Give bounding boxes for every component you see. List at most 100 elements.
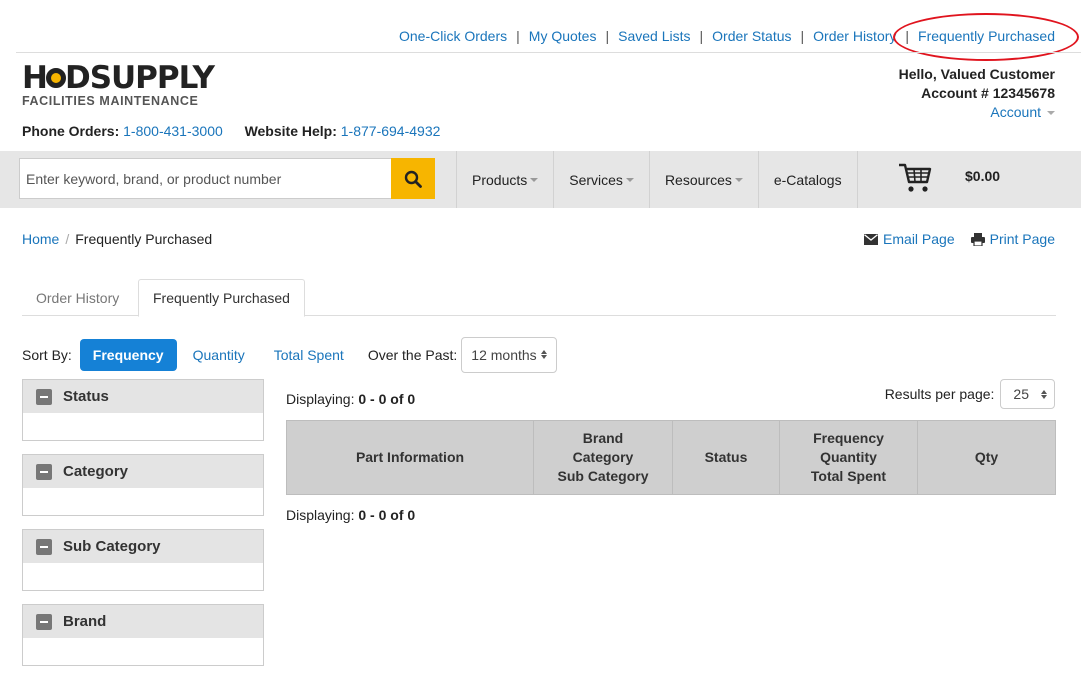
account-panel: Hello, Valued Customer Account # 1234567…: [899, 65, 1055, 122]
period-select[interactable]: 12 months: [461, 336, 557, 373]
column-sub-category-label: Sub Category: [557, 468, 649, 484]
print-page-label: Print Page: [989, 231, 1055, 247]
history-tabs: Order History Frequently Purchased: [22, 279, 1056, 317]
column-status[interactable]: Status: [672, 420, 780, 495]
separator: |: [800, 28, 805, 44]
saved-lists-link[interactable]: Saved Lists: [618, 28, 690, 44]
collapse-icon[interactable]: [36, 388, 52, 405]
search-button[interactable]: [391, 158, 435, 199]
over-the-past-label: Over the Past:: [367, 346, 458, 363]
results-count-bottom: Displaying: 0 - 0 of 0: [286, 507, 415, 523]
breadcrumb: Home / Frequently Purchased: [22, 231, 213, 247]
frequently-purchased-link[interactable]: Frequently Purchased: [918, 28, 1055, 44]
shopping-cart-icon: [899, 163, 932, 192]
results-per-page-label: Results per page:: [884, 386, 995, 402]
nav-ecatalogs-label: e-Catalogs: [773, 171, 842, 188]
filter-title: Status: [63, 388, 109, 405]
filter-title: Sub Category: [63, 538, 161, 555]
nav-products[interactable]: Products: [456, 151, 553, 208]
sort-frequency-button[interactable]: Frequency: [79, 338, 177, 371]
envelope-icon: [864, 233, 879, 245]
contact-phones: Phone Orders: 1-800-431-3000 Website Hel…: [22, 123, 440, 139]
filter-header[interactable]: Brand: [23, 605, 263, 638]
filter-brand: Brand: [22, 604, 264, 666]
website-help-number[interactable]: 1-877-694-4932: [341, 123, 441, 139]
sort-total-spent-button[interactable]: Total Spent: [261, 339, 357, 371]
main-navbar: Enter keyword, brand, or product number …: [0, 151, 1081, 208]
my-quotes-link[interactable]: My Quotes: [529, 28, 597, 44]
nav-resources[interactable]: Resources: [648, 151, 758, 208]
email-page-label: Email Page: [883, 231, 955, 247]
nav-ecatalogs[interactable]: e-Catalogs: [757, 151, 858, 208]
filter-header[interactable]: Sub Category: [23, 530, 263, 563]
results-per-page-select[interactable]: 25: [1000, 379, 1055, 409]
collapse-icon[interactable]: [36, 463, 52, 480]
search-icon: [404, 170, 422, 188]
filter-status: Status: [22, 379, 264, 441]
period-value: 12 months: [471, 346, 537, 363]
column-category-label: Category: [572, 449, 634, 465]
sort-quantity-button[interactable]: Quantity: [180, 339, 258, 371]
phone-orders-label: Phone Orders:: [22, 123, 120, 139]
breadcrumb-current: Frequently Purchased: [75, 231, 213, 247]
hd-supply-logo[interactable]: HD SUPPLY FACILITIES MAINTENANCE: [22, 60, 215, 109]
chevron-down-icon: [734, 177, 743, 182]
print-page-button[interactable]: Print Page: [970, 231, 1055, 247]
nav-products-label: Products: [472, 171, 528, 188]
results-per-page-value: 25: [1013, 386, 1029, 402]
page-actions: Email Page Print Page: [848, 231, 1055, 247]
search-placeholder: Enter keyword, brand, or product number: [26, 170, 282, 187]
account-menu[interactable]: Account: [899, 103, 1055, 122]
chevron-down-icon: [530, 177, 539, 182]
tab-frequently-purchased[interactable]: Frequently Purchased: [138, 279, 305, 317]
order-status-link[interactable]: Order Status: [712, 28, 791, 44]
table-header-row: Part Information Brand Category Sub Cate…: [286, 420, 1056, 495]
sort-controls: Sort By: Frequency Quantity Total Spent …: [22, 336, 557, 373]
collapse-icon[interactable]: [36, 538, 52, 555]
order-history-link[interactable]: Order History: [813, 28, 896, 44]
displaying-label: Displaying:: [286, 507, 355, 523]
account-link[interactable]: Account: [990, 104, 1041, 120]
filter-sub-category: Sub Category: [22, 529, 264, 591]
one-click-orders-link[interactable]: One-Click Orders: [399, 28, 507, 44]
separator: |: [516, 28, 520, 44]
separator: |: [905, 28, 910, 44]
printer-icon: [970, 232, 985, 246]
nav-resources-label: Resources: [664, 171, 732, 188]
displaying-label: Displaying:: [286, 391, 355, 407]
tab-order-history[interactable]: Order History: [22, 279, 133, 316]
website-help-label: Website Help:: [244, 123, 337, 139]
column-brand-label: Brand: [582, 430, 624, 446]
logo-wordmark: HD SUPPLY: [22, 60, 215, 96]
select-arrows-icon: [540, 350, 547, 359]
column-quantity-label: Quantity: [820, 449, 877, 465]
results-count-top: Displaying: 0 - 0 of 0: [286, 391, 415, 407]
collapse-icon[interactable]: [36, 613, 52, 630]
select-arrows-icon: [1041, 389, 1047, 399]
nav-menu: Products Services Resources e-Catalogs: [456, 151, 858, 208]
cart-total[interactable]: $0.00: [965, 168, 1000, 184]
logo-subtitle: FACILITIES MAINTENANCE: [22, 94, 199, 108]
displaying-range: 0 - 0 of 0: [358, 507, 416, 523]
displaying-range: 0 - 0 of 0: [358, 391, 416, 407]
phone-orders-number[interactable]: 1-800-431-3000: [123, 123, 223, 139]
column-brand-category[interactable]: Brand Category Sub Category: [533, 420, 673, 495]
column-frequency-label: Frequency: [813, 430, 884, 446]
filter-title: Brand: [63, 613, 107, 630]
column-part-information[interactable]: Part Information: [286, 420, 534, 495]
breadcrumb-home[interactable]: Home: [22, 231, 59, 247]
logo-mark: HD: [22, 60, 91, 96]
results-table: Part Information Brand Category Sub Cate…: [286, 420, 1056, 495]
logo-dot-icon: [45, 68, 66, 88]
column-qty[interactable]: Qty: [917, 420, 1056, 495]
filter-header[interactable]: Category: [23, 455, 263, 488]
column-frequency-quantity[interactable]: Frequency Quantity Total Spent: [779, 420, 918, 495]
email-page-button[interactable]: Email Page: [864, 231, 955, 247]
filter-header[interactable]: Status: [23, 380, 263, 413]
separator: |: [605, 28, 610, 44]
cart-button[interactable]: [897, 162, 933, 197]
nav-services[interactable]: Services: [553, 151, 649, 208]
search-input[interactable]: Enter keyword, brand, or product number: [19, 158, 391, 199]
chevron-down-icon: [1047, 111, 1055, 116]
chevron-down-icon: [625, 177, 634, 182]
